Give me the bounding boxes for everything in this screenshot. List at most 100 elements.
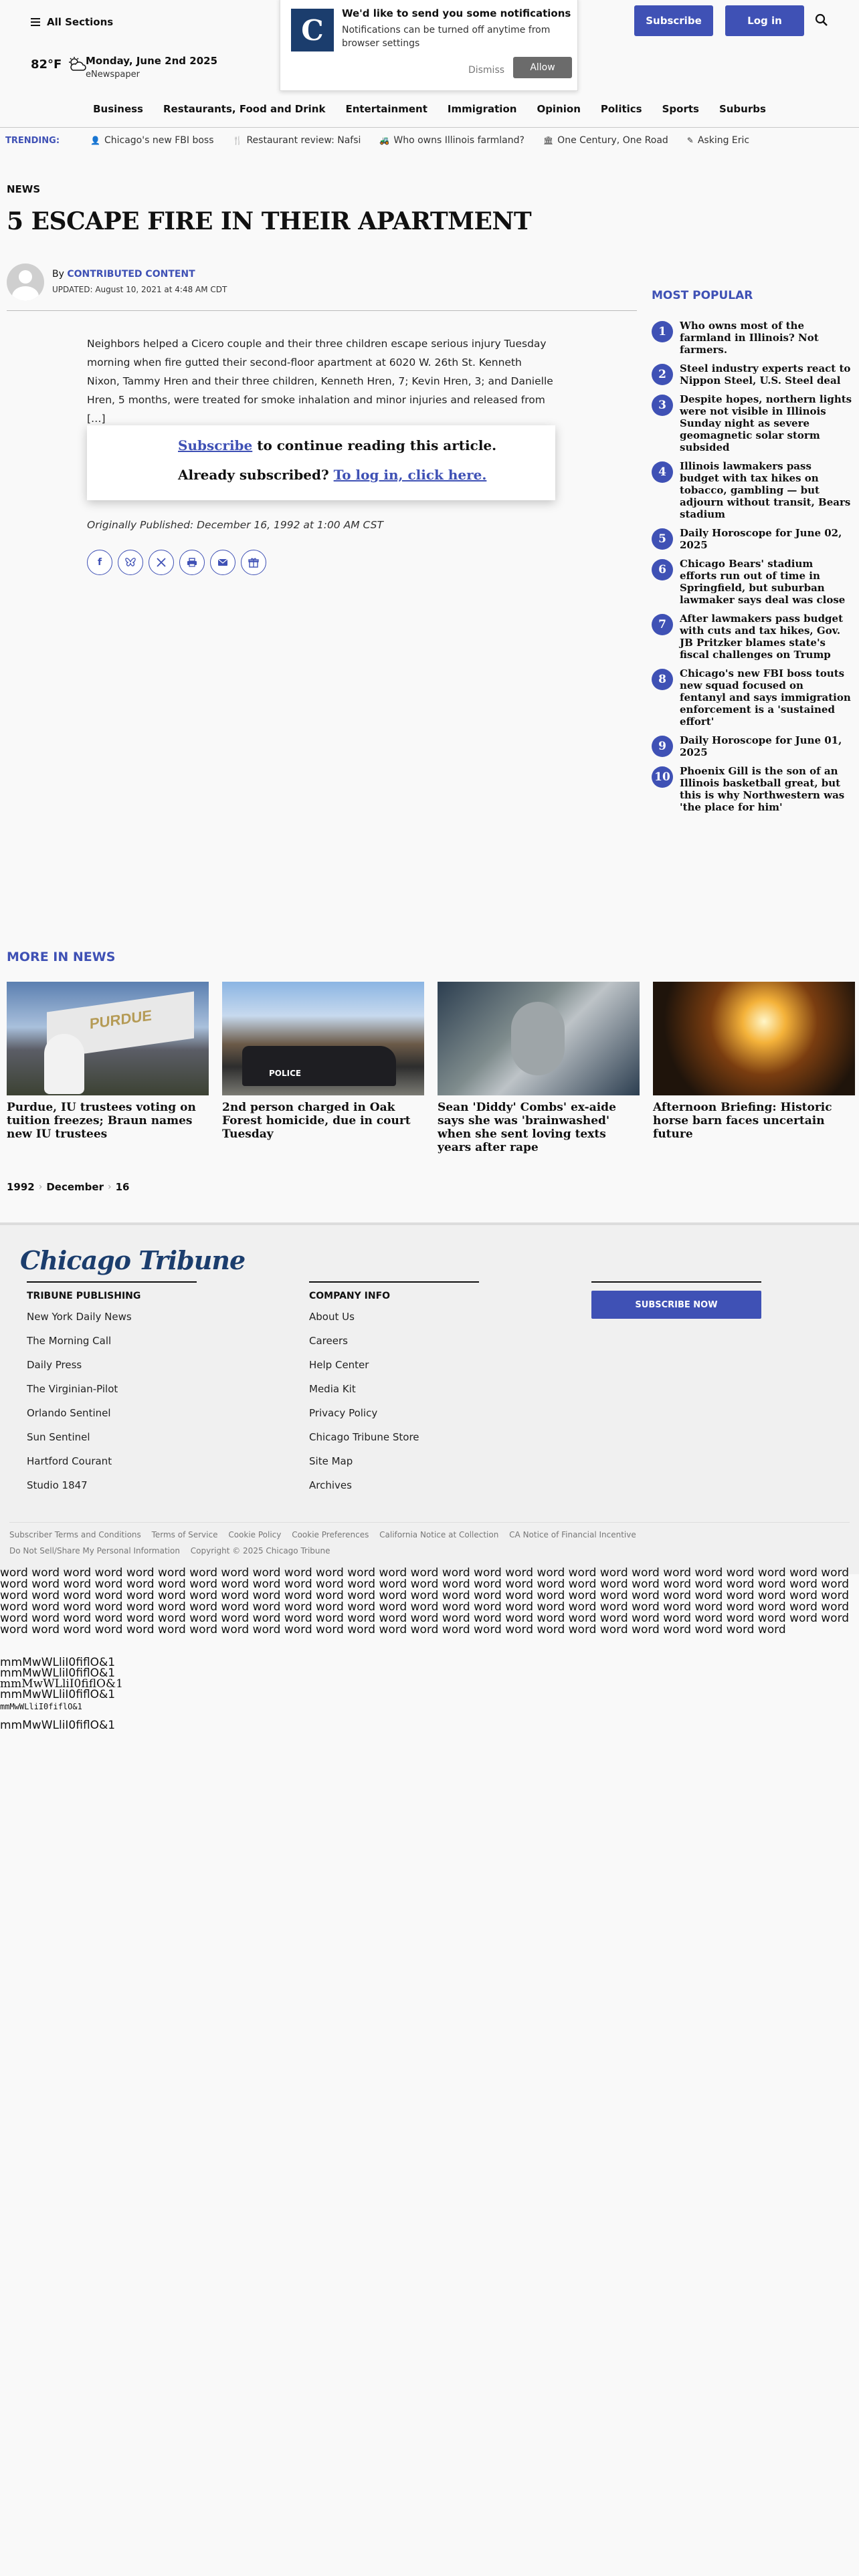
- login-button[interactable]: Log in: [725, 5, 804, 36]
- bluesky-icon[interactable]: [118, 550, 143, 575]
- notification-title: We'd like to send you some notifications: [342, 7, 571, 19]
- rank-badge: 4: [652, 461, 673, 483]
- news-card[interactable]: PURDUE Purdue, IU trustees voting on tui…: [7, 982, 209, 1154]
- font-test-word: word: [0, 1623, 32, 1636]
- font-test-word: word: [442, 1623, 474, 1636]
- weather-widget[interactable]: 82°F: [31, 56, 87, 72]
- footer-link[interactable]: Sun Sentinel: [27, 1431, 197, 1443]
- most-popular-item[interactable]: 1 Who owns most of the farmland in Illino…: [652, 320, 852, 356]
- font-test-line: mmMwWLliI0fiflO&1: [0, 1702, 82, 1711]
- most-popular-item[interactable]: 4 Illinois lawmakers pass budget with tax…: [652, 460, 852, 520]
- email-icon[interactable]: [210, 550, 235, 575]
- nav-item-suburbs[interactable]: Suburbs: [719, 103, 766, 127]
- footer-link[interactable]: Hartford Courant: [27, 1455, 197, 1467]
- footer-link[interactable]: Daily Press: [27, 1359, 197, 1371]
- enewspaper-link[interactable]: eNewspaper: [86, 70, 217, 80]
- trending-item-label: Restaurant review: Nafsi: [246, 135, 361, 146]
- breadcrumb-year[interactable]: 1992: [7, 1181, 35, 1193]
- byline: By CONTRIBUTED CONTENT: [52, 269, 195, 280]
- gift-icon[interactable]: [241, 550, 266, 575]
- footer-link[interactable]: Media Kit: [309, 1383, 479, 1395]
- breadcrumb-month[interactable]: December: [46, 1181, 104, 1193]
- legal-link[interactable]: Do Not Sell/Share My Personal Informatio…: [9, 1546, 180, 1555]
- trending-item[interactable]: 🏛 One Century, One Road: [543, 135, 668, 146]
- most-popular-item[interactable]: 8 Chicago's new FBI boss touts new squad …: [652, 667, 852, 728]
- card-headline: 2nd person charged in Oak Forest homicid…: [222, 1101, 411, 1141]
- footer-link[interactable]: The Morning Call: [27, 1335, 197, 1347]
- article-kicker[interactable]: NEWS: [7, 183, 40, 195]
- news-card[interactable]: Sean 'Diddy' Combs' ex-aide says she was…: [438, 982, 640, 1154]
- font-test-word: word: [410, 1623, 442, 1636]
- nav-item-entertainment[interactable]: Entertainment: [345, 103, 427, 127]
- font-test-line: mmMwWLliI0fiflO&1: [0, 1719, 116, 1732]
- most-popular-item[interactable]: 3 Despite hopes, northern lights were not…: [652, 393, 852, 453]
- trending-item[interactable]: 👤 Chicago's new FBI boss: [90, 135, 213, 146]
- footer-link[interactable]: Orlando Sentinel: [27, 1407, 197, 1419]
- font-test-word: word: [379, 1623, 411, 1636]
- nav-item-politics[interactable]: Politics: [601, 103, 642, 127]
- news-card[interactable]: POLICE 2nd person charged in Oak Forest …: [222, 982, 424, 1154]
- most-popular-item[interactable]: 2 Steel industry experts react to Nippon …: [652, 362, 852, 387]
- nav-item-restaurants[interactable]: Restaurants, Food and Drink: [163, 103, 325, 127]
- all-sections-label: All Sections: [47, 16, 114, 28]
- print-icon[interactable]: [179, 550, 205, 575]
- footer-link[interactable]: Careers: [309, 1335, 479, 1347]
- dismiss-button[interactable]: Dismiss: [457, 60, 516, 81]
- most-popular-item[interactable]: 7 After lawmakers pass budget with cuts a…: [652, 613, 852, 661]
- trending-item[interactable]: 🚜 Who owns Illinois farmland?: [379, 135, 524, 146]
- subscribe-now-button[interactable]: SUBSCRIBE NOW: [591, 1291, 761, 1319]
- font-test-word: word: [189, 1623, 221, 1636]
- all-sections-button[interactable]: All Sections: [31, 16, 113, 28]
- date-block: Monday, June 2nd 2025 eNewspaper: [86, 55, 217, 80]
- x-icon[interactable]: [149, 550, 174, 575]
- column-rule: [309, 1281, 479, 1283]
- subscribe-button[interactable]: Subscribe: [634, 5, 713, 36]
- nav-item-immigration[interactable]: Immigration: [448, 103, 517, 127]
- footer-column-subscribe: SUBSCRIBE NOW: [591, 1281, 761, 1319]
- footer-link[interactable]: Chicago Tribune Store: [309, 1431, 479, 1443]
- card-image[interactable]: [653, 982, 855, 1095]
- rank-badge: 7: [652, 614, 673, 635]
- footer-logo[interactable]: Chicago Tribune: [20, 1245, 246, 1275]
- search-icon[interactable]: [815, 13, 828, 27]
- notification-body: Notifications can be turned off anytime …: [342, 25, 551, 49]
- card-image[interactable]: PURDUE: [7, 982, 209, 1095]
- most-popular-headline: After lawmakers pass budget with cuts an…: [680, 613, 844, 661]
- legal-link[interactable]: Cookie Preferences: [292, 1530, 369, 1539]
- news-card[interactable]: Afternoon Briefing: Historic horse barn …: [653, 982, 855, 1154]
- tribune-logo-icon: C: [291, 9, 334, 51]
- most-popular-item[interactable]: 9 Daily Horoscope for June 01, 2025: [652, 734, 852, 758]
- author-link[interactable]: CONTRIBUTED CONTENT: [67, 269, 195, 280]
- card-image[interactable]: POLICE: [222, 982, 424, 1095]
- nav-item-business[interactable]: Business: [93, 103, 143, 127]
- trending-item[interactable]: ✎ Asking Eric: [687, 135, 749, 146]
- rank-badge: 5: [652, 528, 673, 550]
- paywall-subscribe-link[interactable]: Subscribe: [178, 437, 252, 453]
- legal-link[interactable]: Subscriber Terms and Conditions: [9, 1530, 141, 1539]
- breadcrumb-day[interactable]: 16: [116, 1181, 130, 1193]
- footer-link[interactable]: Site Map: [309, 1455, 479, 1467]
- footer-link[interactable]: New York Daily News: [27, 1311, 197, 1323]
- footer-link[interactable]: Archives: [309, 1479, 479, 1491]
- most-popular-item[interactable]: 5 Daily Horoscope for June 02, 2025: [652, 527, 852, 551]
- trending-label: TRENDING:: [5, 135, 60, 146]
- allow-button[interactable]: Allow: [513, 57, 572, 78]
- footer-link[interactable]: About Us: [309, 1311, 479, 1323]
- footer-link[interactable]: Studio 1847: [27, 1479, 197, 1491]
- nav-item-opinion[interactable]: Opinion: [537, 103, 580, 127]
- paywall-login-link[interactable]: To log in, click here.: [334, 467, 487, 483]
- footer-link[interactable]: The Virginian-Pilot: [27, 1383, 197, 1395]
- footer-link[interactable]: Help Center: [309, 1359, 479, 1371]
- legal-link[interactable]: Terms of Service: [152, 1530, 218, 1539]
- card-image[interactable]: [438, 982, 640, 1095]
- most-popular-item[interactable]: 6 Chicago Bears' stadium efforts run out …: [652, 558, 852, 606]
- legal-link[interactable]: California Notice at Collection: [379, 1530, 498, 1539]
- facebook-icon[interactable]: f: [87, 550, 112, 575]
- trending-bar: TRENDING: 👤 Chicago's new FBI boss 🍴 Resta…: [5, 132, 855, 148]
- legal-link[interactable]: CA Notice of Financial Incentive: [509, 1530, 636, 1539]
- trending-item[interactable]: 🍴 Restaurant review: Nafsi: [233, 135, 361, 146]
- footer-link[interactable]: Privacy Policy: [309, 1407, 479, 1419]
- legal-link[interactable]: Cookie Policy: [228, 1530, 281, 1539]
- nav-item-sports[interactable]: Sports: [662, 103, 699, 127]
- most-popular-item[interactable]: 10 Phoenix Gill is the son of an Illinois…: [652, 765, 852, 813]
